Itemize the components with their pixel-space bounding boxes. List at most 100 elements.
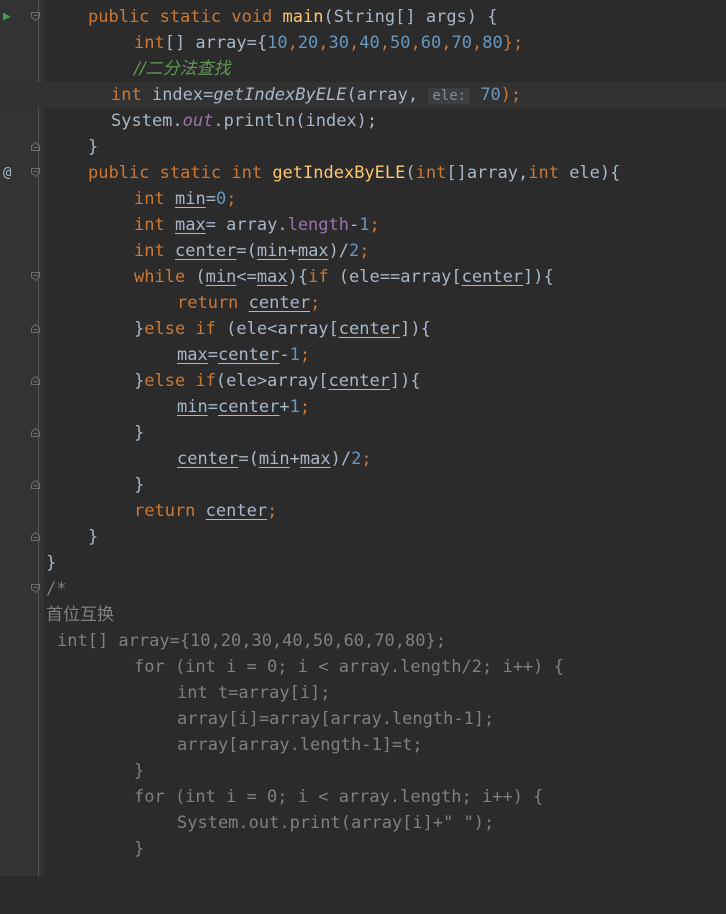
override-marker-icon[interactable]: @ [3,160,17,186]
keyword: int [134,241,165,261]
code-line[interactable]: int[] array={10,20,30,40,50,60,70,80}; [0,30,726,56]
code-text: [] array={ [164,33,268,53]
variable: min [256,241,288,261]
variable: center [328,371,390,391]
code-text: index= [141,85,214,105]
code-line[interactable]: }else if(ele>array[center]){ [0,368,726,394]
code-line[interactable]: } [0,836,726,862]
code-text: (ele==array[ [328,267,462,287]
code-line[interactable]: center=(min+max)/2; [0,446,726,472]
code-line[interactable]: int min=0; [0,186,726,212]
fold-collapse-icon[interactable] [30,167,41,178]
comma: , [349,33,360,53]
code-text: ( [185,267,206,287]
comma: , [318,33,329,53]
code-line[interactable]: int[] array={10,20,30,40,50,60,70,80}; [0,628,726,654]
code-line[interactable]: return center; [0,498,726,524]
code-line[interactable]: max=center-1; [0,342,726,368]
number-literal: 30 [328,33,350,53]
block-comment: } [134,839,145,859]
code-text: System. [111,111,183,131]
keyword: public [88,7,150,27]
number-literal: 0 [215,189,227,209]
variable: center [217,397,280,417]
method-call: getIndexByELE [213,85,347,105]
code-line[interactable]: 首位互换 [0,602,726,628]
variable: center [177,449,239,469]
keyword: int [528,163,559,183]
variable: max [256,267,288,287]
fold-collapse-icon[interactable] [30,583,41,594]
keyword: static [159,163,222,183]
code-text: = [205,189,216,209]
number-literal: 40 [359,33,380,53]
code-line[interactable]: } [0,758,726,784]
block-comment: 首位互换 [46,605,114,625]
code-line[interactable]: array[array.length-1]=t; [0,732,726,758]
code-text: ( [405,163,416,183]
fold-end-icon[interactable] [30,323,41,334]
code-text: - [349,215,360,235]
code-editor[interactable]: ▶ public static void main(String[] args)… [0,0,726,876]
number-literal: 70 [451,33,472,53]
number-literal: 1 [289,397,300,417]
number-literal: 10 [267,33,288,53]
code-line[interactable]: @ public static int getIndexByELE(int[]a… [0,160,726,186]
keyword: int [231,163,263,183]
code-line[interactable]: } [0,524,726,550]
code-line[interactable]: min=center+1; [0,394,726,420]
code-line[interactable]: return center; [0,290,726,316]
code-text: ele){ [558,163,621,183]
keyword: if [308,267,329,287]
code-text: ]){ [400,319,431,339]
code-line[interactable]: int max= array.length-1; [0,212,726,238]
code-text: = array. [205,215,288,235]
code-text: =( [238,449,259,469]
code-text: []array, [446,163,529,183]
variable: max [177,345,208,365]
parameter-hint: ele: [428,88,471,104]
fold-end-icon[interactable] [30,375,41,386]
code-line[interactable]: array[i]=array[array.length-1]; [0,706,726,732]
keyword: int [134,33,165,53]
code-line[interactable]: for (int i = 0; i < array.length; i++) { [0,784,726,810]
variable: center [205,501,268,521]
run-gutter-icon[interactable]: ▶ [3,4,17,30]
code-line[interactable]: System.out.println(index); [0,108,726,134]
number-literal: 2 [351,449,362,469]
code-line[interactable]: /* [0,576,726,602]
code-text: )/ [328,241,350,261]
code-line[interactable]: int t=array[i]; [0,680,726,706]
fold-collapse-icon[interactable] [30,11,41,22]
keyword: int [134,215,165,235]
code-line[interactable]: } [0,134,726,160]
keyword: int [415,163,447,183]
code-line[interactable]: int center=(min+max)/2; [0,238,726,264]
code-line[interactable]: ▶ public static void main(String[] args)… [0,4,726,30]
block-comment: int t=array[i]; [177,683,331,703]
code-line[interactable]: } [0,472,726,498]
comma: , [441,33,452,53]
fold-collapse-icon[interactable] [30,271,41,282]
fold-end-icon[interactable] [30,141,41,152]
code-text: (array, [346,85,419,105]
number-literal: 80 [482,33,503,53]
fold-end-icon[interactable] [30,531,41,542]
code-line[interactable]: } [0,420,726,446]
code-text: } [88,137,99,157]
current-code-line[interactable]: int index=getIndexByELE(array, ele: 70); [0,82,726,108]
code-line[interactable]: while (min<=max){if (ele==array[center])… [0,264,726,290]
keyword: public [88,163,150,183]
code-text: + [279,397,290,417]
code-line[interactable]: for (int i = 0; i < array.length/2; i++)… [0,654,726,680]
code-line[interactable]: }else if (ele<array[center]){ [0,316,726,342]
code-line[interactable]: } [0,550,726,576]
keyword: else if [144,319,216,339]
fold-end-icon[interactable] [30,479,41,490]
fold-end-icon[interactable] [30,427,41,438]
code-text: <= [236,267,257,287]
code-line[interactable]: System.out.print(array[i]+" "); [0,810,726,836]
code-line[interactable]: //二分法查找 [0,56,726,82]
field: length [287,215,349,235]
number-literal: 60 [420,33,442,53]
